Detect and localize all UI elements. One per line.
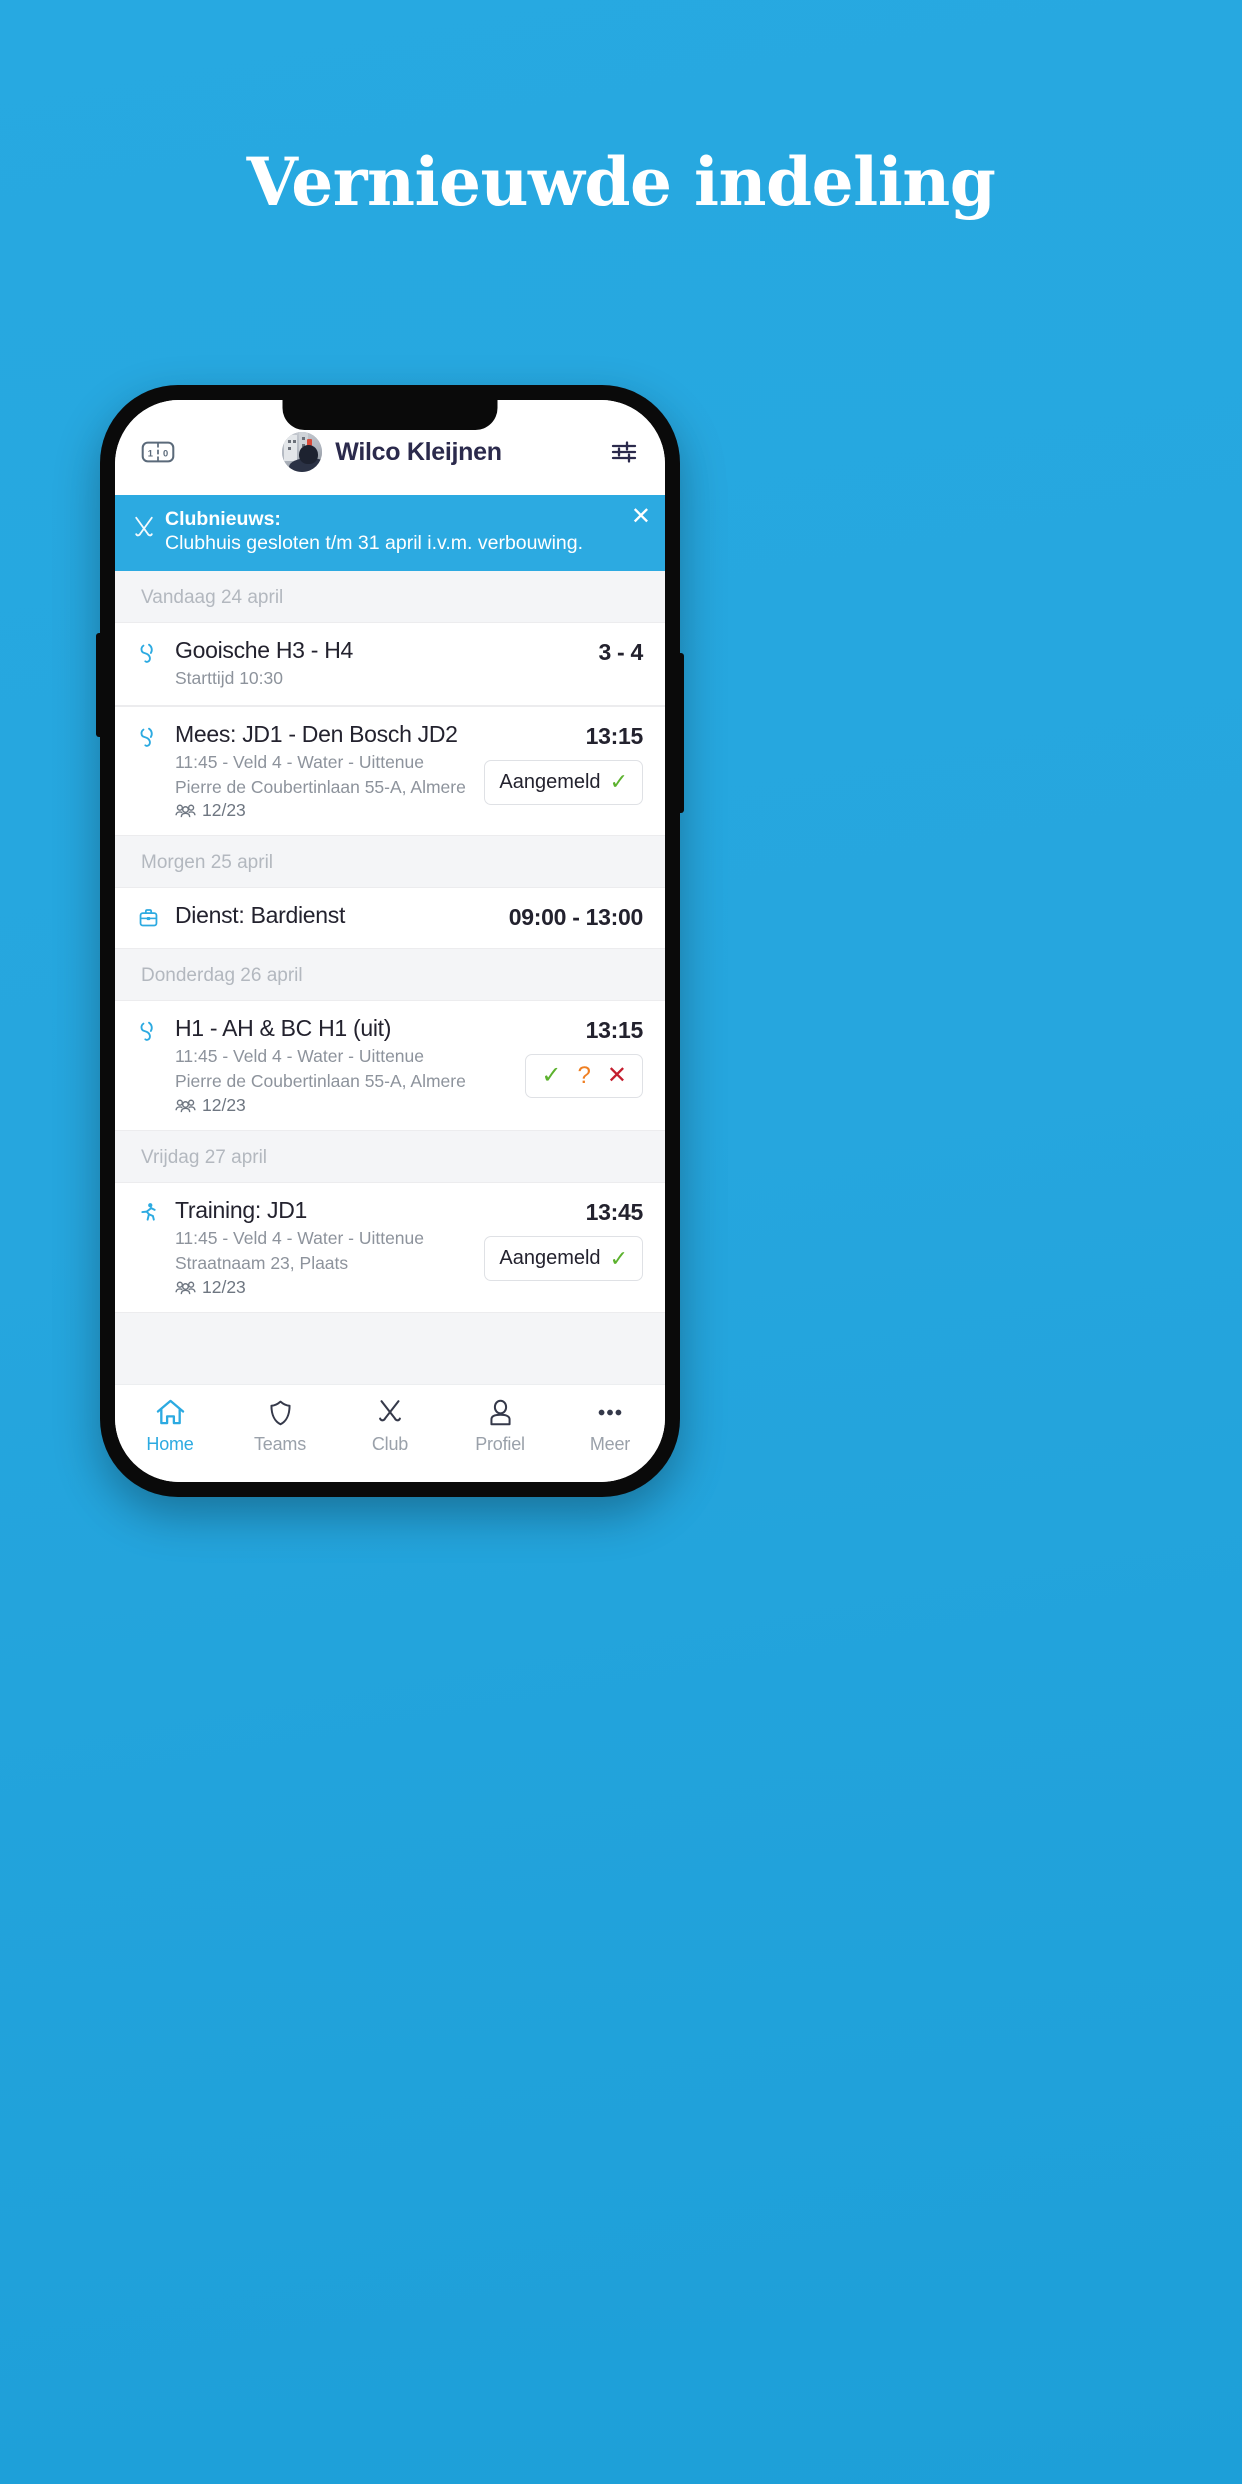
status-badge[interactable]: Aangemeld ✓ bbox=[484, 1236, 643, 1282]
promo-headline: Vernieuwde indeling bbox=[246, 143, 996, 221]
cross-icon[interactable]: ✕ bbox=[607, 1064, 627, 1088]
phone-screen: 1 0 Wilco Kleijnen Clubnieuws: Clubhuis … bbox=[115, 400, 665, 1482]
agenda-row-main: Mees: JD1 - Den Bosch JD2 11:45 - Veld 4… bbox=[175, 721, 472, 822]
phone-frame: 1 0 Wilco Kleijnen Clubnieuws: Clubhuis … bbox=[96, 385, 684, 1497]
agenda-row-title: Mees: JD1 - Den Bosch JD2 bbox=[175, 720, 458, 747]
tab-club[interactable]: Club bbox=[335, 1396, 445, 1455]
agenda-row-right: 13:45 Aangemeld ✓ bbox=[484, 1197, 644, 1282]
agenda-row-attendance: 12/23 bbox=[175, 800, 472, 821]
agenda-row-main: Dienst: Bardienst bbox=[175, 902, 497, 931]
phone-side-button bbox=[679, 653, 684, 813]
agenda-row-main: H1 - AH & BC H1 (uit) 11:45 - Veld 4 - W… bbox=[175, 1015, 513, 1116]
people-icon bbox=[175, 1099, 196, 1113]
agenda-row[interactable]: Gooische H3 - H4 Starttijd 10:30 3 - 4 bbox=[115, 621, 665, 706]
agenda-row-time: 13:45 bbox=[585, 1199, 644, 1226]
agenda-row-sub: 11:45 - Veld 4 - Water - Uittenue bbox=[175, 751, 425, 772]
person-icon bbox=[486, 1396, 515, 1429]
agenda-list[interactable]: Vandaag 24 april Gooische H3 - H4 Startt… bbox=[115, 570, 665, 1384]
people-icon bbox=[175, 804, 196, 818]
tab-label: Meer bbox=[589, 1434, 631, 1454]
agenda-row-time: 13:15 bbox=[585, 1017, 644, 1044]
question-icon[interactable]: ? bbox=[578, 1064, 591, 1088]
close-icon[interactable]: ✕ bbox=[631, 505, 651, 529]
agenda-row-sub: 11:45 - Veld 4 - Water - Uittenue bbox=[175, 1228, 425, 1249]
tab-label: Home bbox=[146, 1434, 194, 1454]
agenda-row-time: 13:15 bbox=[585, 722, 644, 749]
agenda-row-right: 3 - 4 bbox=[598, 637, 643, 666]
agenda-row-right: 13:15 Aangemeld ✓ bbox=[484, 721, 643, 805]
status-label: Aangemeld bbox=[499, 1247, 601, 1270]
banner-body: Clubhuis gesloten t/m 31 april i.v.m. ve… bbox=[165, 531, 584, 554]
agenda-row-title: H1 - AH & BC H1 (uit) bbox=[175, 1015, 392, 1042]
club-news-banner[interactable]: Clubnieuws: Clubhuis gesloten t/m 31 apr… bbox=[115, 495, 665, 571]
avatar bbox=[282, 432, 323, 472]
svg-text:1: 1 bbox=[148, 448, 153, 458]
attendance-count: 12/23 bbox=[202, 1095, 246, 1116]
agenda-row-sub: Pierre de Coubertinlaan 55-A, Almere bbox=[175, 1071, 466, 1092]
tab-meer[interactable]: Meer bbox=[555, 1396, 665, 1455]
tab-label: Club bbox=[371, 1434, 409, 1454]
agenda-row-attendance: 12/23 bbox=[175, 1277, 472, 1298]
ellipsis-icon bbox=[595, 1396, 625, 1429]
agenda-row[interactable]: H1 - AH & BC H1 (uit) 11:45 - Veld 4 - W… bbox=[115, 1000, 665, 1132]
agenda-row[interactable]: Mees: JD1 - Den Bosch JD2 11:45 - Veld 4… bbox=[115, 705, 665, 837]
tab-label: Profiel bbox=[475, 1434, 525, 1454]
attendance-count: 12/23 bbox=[202, 800, 246, 821]
check-icon: ✓ bbox=[609, 1245, 628, 1271]
svg-text:0: 0 bbox=[163, 448, 168, 458]
agenda-row-time: 09:00 - 13:00 bbox=[508, 904, 644, 931]
agenda-row-score: 3 - 4 bbox=[598, 638, 643, 665]
agenda-row-right: 09:00 - 13:00 bbox=[508, 902, 644, 931]
sliders-filter-icon[interactable] bbox=[609, 439, 639, 465]
banner-title: Clubnieuws: bbox=[165, 508, 281, 530]
tab-label: Teams bbox=[253, 1434, 307, 1454]
bottom-navigation: Home Teams Club Profiel Meer bbox=[115, 1384, 665, 1482]
banner-text: Clubnieuws: Clubhuis gesloten t/m 31 apr… bbox=[165, 508, 649, 556]
agenda-row-title: Training: JD1 bbox=[175, 1197, 308, 1224]
hockey-sticks-icon bbox=[137, 721, 163, 754]
crossed-sticks-icon bbox=[375, 1396, 405, 1429]
tab-teams[interactable]: Teams bbox=[225, 1396, 335, 1455]
scoreboard-icon[interactable]: 1 0 bbox=[141, 439, 175, 465]
status-label: Aangemeld bbox=[499, 770, 601, 793]
rsvp-button-group[interactable]: ✓ ? ✕ bbox=[525, 1054, 643, 1099]
agenda-row-main: Gooische H3 - H4 Starttijd 10:30 bbox=[175, 637, 586, 691]
running-person-icon bbox=[137, 1197, 163, 1229]
page-title: Wilco Kleijnen bbox=[335, 437, 502, 466]
agenda-row-right: 13:15 ✓ ? ✕ bbox=[525, 1015, 644, 1099]
agenda-row-attendance: 12/23 bbox=[175, 1095, 513, 1116]
check-icon[interactable]: ✓ bbox=[541, 1064, 561, 1088]
agenda-filler bbox=[115, 1312, 665, 1384]
header-user[interactable]: Wilco Kleijnen bbox=[175, 432, 609, 472]
agenda-row-title: Dienst: Bardienst bbox=[175, 902, 346, 929]
day-header: Vrijdag 27 april bbox=[115, 1131, 665, 1183]
day-header: Vandaag 24 april bbox=[115, 570, 665, 622]
agenda-row-main: Training: JD1 11:45 - Veld 4 - Water - U… bbox=[175, 1197, 472, 1298]
agenda-row-title: Gooische H3 - H4 bbox=[175, 636, 353, 663]
hockey-sticks-icon bbox=[137, 1015, 163, 1048]
agenda-row[interactable]: Dienst: Bardienst 09:00 - 13:00 bbox=[115, 887, 665, 950]
tab-profiel[interactable]: Profiel bbox=[445, 1396, 555, 1455]
people-icon bbox=[175, 1281, 196, 1295]
agenda-row[interactable]: Training: JD1 11:45 - Veld 4 - Water - U… bbox=[115, 1182, 665, 1313]
crossed-hockey-sticks-icon bbox=[131, 514, 161, 549]
day-header: Donderdag 26 april bbox=[115, 949, 665, 1001]
day-header: Morgen 25 april bbox=[115, 836, 665, 888]
shield-icon bbox=[266, 1396, 295, 1429]
hockey-sticks-icon bbox=[137, 637, 163, 670]
home-icon bbox=[155, 1396, 186, 1429]
agenda-row-sub: Straatnaam 23, Plaats bbox=[175, 1253, 349, 1274]
agenda-row-sub: 11:45 - Veld 4 - Water - Uittenue bbox=[175, 1046, 425, 1067]
phone-notch bbox=[282, 400, 498, 430]
status-badge[interactable]: Aangemeld ✓ bbox=[484, 759, 643, 805]
agenda-row-sub: Starttijd 10:30 bbox=[175, 667, 283, 688]
briefcase-icon bbox=[137, 902, 163, 934]
agenda-row-sub: Pierre de Coubertinlaan 55-A, Almere bbox=[175, 776, 466, 797]
check-icon: ✓ bbox=[609, 769, 628, 795]
attendance-count: 12/23 bbox=[202, 1276, 246, 1297]
tab-home[interactable]: Home bbox=[115, 1396, 225, 1455]
